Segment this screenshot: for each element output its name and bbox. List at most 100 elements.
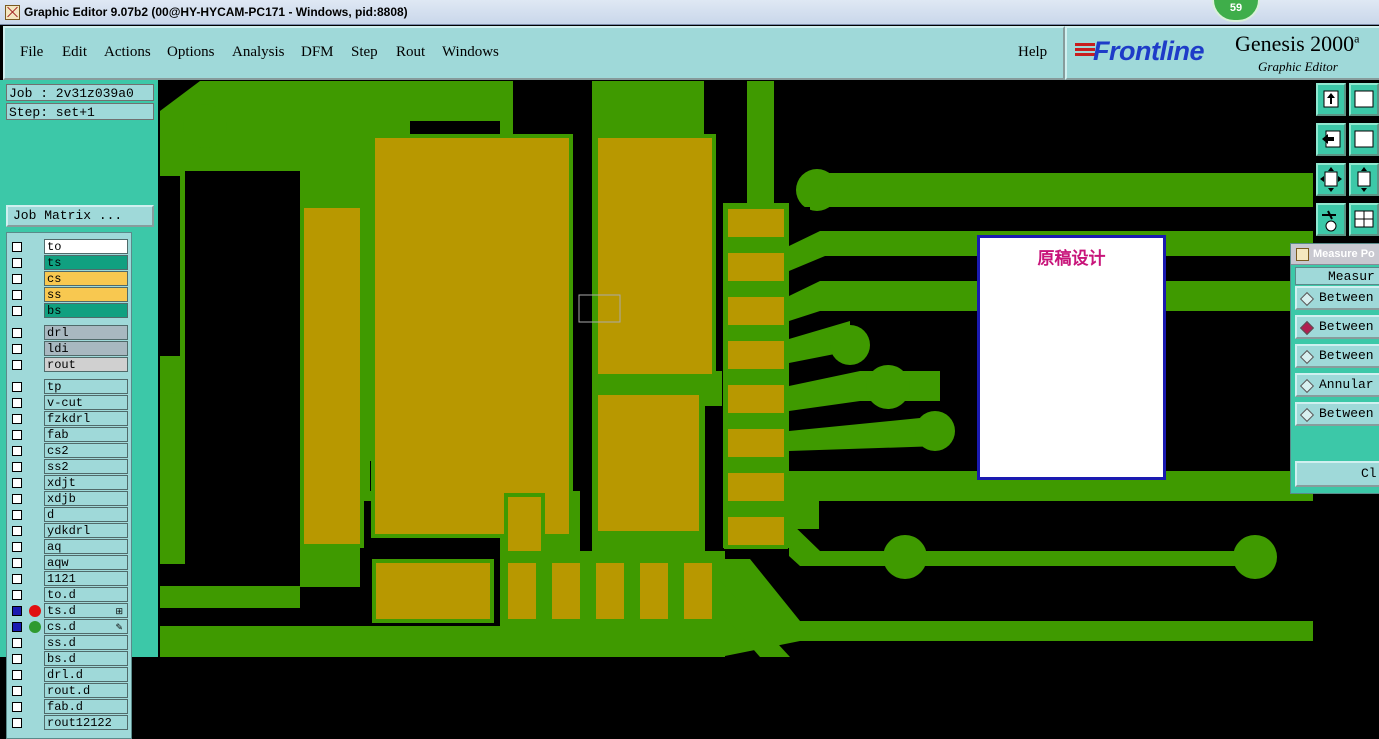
layer-name[interactable]: ts <box>44 255 128 270</box>
layer-row-drl[interactable]: drl <box>7 325 131 341</box>
layer-checkbox[interactable] <box>12 590 22 600</box>
layer-name[interactable]: bs <box>44 303 128 318</box>
layer-checkbox[interactable] <box>12 670 22 680</box>
layer-name[interactable]: ss2 <box>44 459 128 474</box>
layer-row-aqw[interactable]: aqw <box>7 555 131 571</box>
layer-checkbox[interactable] <box>12 462 22 472</box>
layer-name[interactable]: ss <box>44 287 128 302</box>
zoom-home-button[interactable] <box>1316 83 1346 116</box>
menu-help[interactable]: Help <box>1018 44 1047 61</box>
layer-checkbox[interactable] <box>12 290 22 300</box>
menu-options[interactable]: Options <box>167 44 215 61</box>
layer-row-d[interactable]: d <box>7 507 131 523</box>
layer-name[interactable]: fab <box>44 427 128 442</box>
layer-row-bs-d[interactable]: bs.d <box>7 651 131 667</box>
measure-option-4[interactable]: Annular <box>1295 373 1379 397</box>
layer-name[interactable]: bs.d <box>44 651 128 666</box>
layer-name[interactable]: rout <box>44 357 128 372</box>
layer-row-ldi[interactable]: ldi <box>7 341 131 357</box>
layer-row-rout-d[interactable]: rout.d <box>7 683 131 699</box>
layer-name[interactable]: aqw <box>44 555 128 570</box>
layer-display-dot-icon[interactable] <box>29 621 41 633</box>
menu-step[interactable]: Step <box>351 44 378 61</box>
layer-checkbox[interactable] <box>12 274 22 284</box>
layer-checkbox[interactable] <box>12 526 22 536</box>
layer-row-to[interactable]: to <box>7 239 131 255</box>
layer-checkbox[interactable] <box>12 430 22 440</box>
menu-file[interactable]: File <box>20 44 43 61</box>
measure-option-1[interactable]: Between <box>1295 286 1379 310</box>
layer-name[interactable]: cs <box>44 271 128 286</box>
zoom-window-button[interactable] <box>1349 83 1379 116</box>
job-matrix-button[interactable]: Job Matrix ... <box>6 205 154 227</box>
layer-name[interactable]: tp <box>44 379 128 394</box>
menu-windows[interactable]: Windows <box>442 44 499 61</box>
layer-row-ss[interactable]: ss <box>7 287 131 303</box>
layer-checkbox[interactable] <box>12 606 22 616</box>
layer-row-fab[interactable]: fab <box>7 427 131 443</box>
layer-row-ts[interactable]: ts <box>7 255 131 271</box>
menu-actions[interactable]: Actions <box>104 44 151 61</box>
layer-name[interactable]: drl <box>44 325 128 340</box>
layer-row-bs[interactable]: bs <box>7 303 131 319</box>
layer-row-ss2[interactable]: ss2 <box>7 459 131 475</box>
layer-checkbox[interactable] <box>12 478 22 488</box>
layer-checkbox[interactable] <box>12 344 22 354</box>
layer-row-rout[interactable]: rout <box>7 357 131 373</box>
layer-row-v-cut[interactable]: v-cut <box>7 395 131 411</box>
layer-checkbox[interactable] <box>12 242 22 252</box>
layer-checkbox[interactable] <box>12 258 22 268</box>
layer-checkbox[interactable] <box>12 718 22 728</box>
layer-name[interactable]: ss.d <box>44 635 128 650</box>
layer-name[interactable]: rout12122 <box>44 715 128 730</box>
layer-name[interactable]: rout.d <box>44 683 128 698</box>
layer-name[interactable]: fzkdrl <box>44 411 128 426</box>
layer-row-fab-d[interactable]: fab.d <box>7 699 131 715</box>
layer-checkbox[interactable] <box>12 686 22 696</box>
layer-name[interactable]: to.d <box>44 587 128 602</box>
measure-close-button[interactable]: Cl <box>1295 461 1379 487</box>
layer-name[interactable]: cs.d ✎ <box>44 619 128 634</box>
layer-name[interactable]: to <box>44 239 128 254</box>
layer-checkbox[interactable] <box>12 574 22 584</box>
measure-option-3[interactable]: Between <box>1295 344 1379 368</box>
layer-row-cs2[interactable]: cs2 <box>7 443 131 459</box>
layer-checkbox[interactable] <box>12 328 22 338</box>
layer-name[interactable]: 1121 <box>44 571 128 586</box>
layer-row-1121[interactable]: 1121 <box>7 571 131 587</box>
layer-checkbox[interactable] <box>12 360 22 370</box>
menu-analysis[interactable]: Analysis <box>232 44 285 61</box>
layer-checkbox[interactable] <box>12 622 22 632</box>
layer-name[interactable]: drl.d <box>44 667 128 682</box>
layer-row-cs-d[interactable]: cs.d ✎ <box>7 619 131 635</box>
grid-button[interactable] <box>1349 203 1379 236</box>
layer-row-ydkdrl[interactable]: ydkdrl <box>7 523 131 539</box>
fit-height-button[interactable] <box>1349 163 1379 196</box>
layer-checkbox[interactable] <box>12 446 22 456</box>
zoom-back-button[interactable] <box>1316 123 1346 156</box>
layer-checkbox[interactable] <box>12 510 22 520</box>
layer-checkbox[interactable] <box>12 638 22 648</box>
layer-checkbox[interactable] <box>12 702 22 712</box>
layer-row-fzkdrl[interactable]: fzkdrl <box>7 411 131 427</box>
layer-name[interactable]: xdjb <box>44 491 128 506</box>
layer-row-cs[interactable]: cs <box>7 271 131 287</box>
zoom-frame-button[interactable] <box>1349 123 1379 156</box>
layer-checkbox[interactable] <box>12 306 22 316</box>
layer-row-xdjt[interactable]: xdjt <box>7 475 131 491</box>
layer-row-aq[interactable]: aq <box>7 539 131 555</box>
menu-edit[interactable]: Edit <box>62 44 87 61</box>
layer-checkbox[interactable] <box>12 542 22 552</box>
layer-name[interactable]: ldi <box>44 341 128 356</box>
layer-name[interactable]: fab.d <box>44 699 128 714</box>
layer-checkbox[interactable] <box>12 382 22 392</box>
layer-checkbox[interactable] <box>12 558 22 568</box>
layer-display-dot-icon[interactable] <box>29 605 41 617</box>
layer-row-to-d[interactable]: to.d <box>7 587 131 603</box>
layer-row-xdjb[interactable]: xdjb <box>7 491 131 507</box>
layer-checkbox[interactable] <box>12 494 22 504</box>
fit-screen-button[interactable] <box>1316 163 1346 196</box>
layer-name[interactable]: aq <box>44 539 128 554</box>
layer-name[interactable]: d <box>44 507 128 522</box>
layer-checkbox[interactable] <box>12 398 22 408</box>
